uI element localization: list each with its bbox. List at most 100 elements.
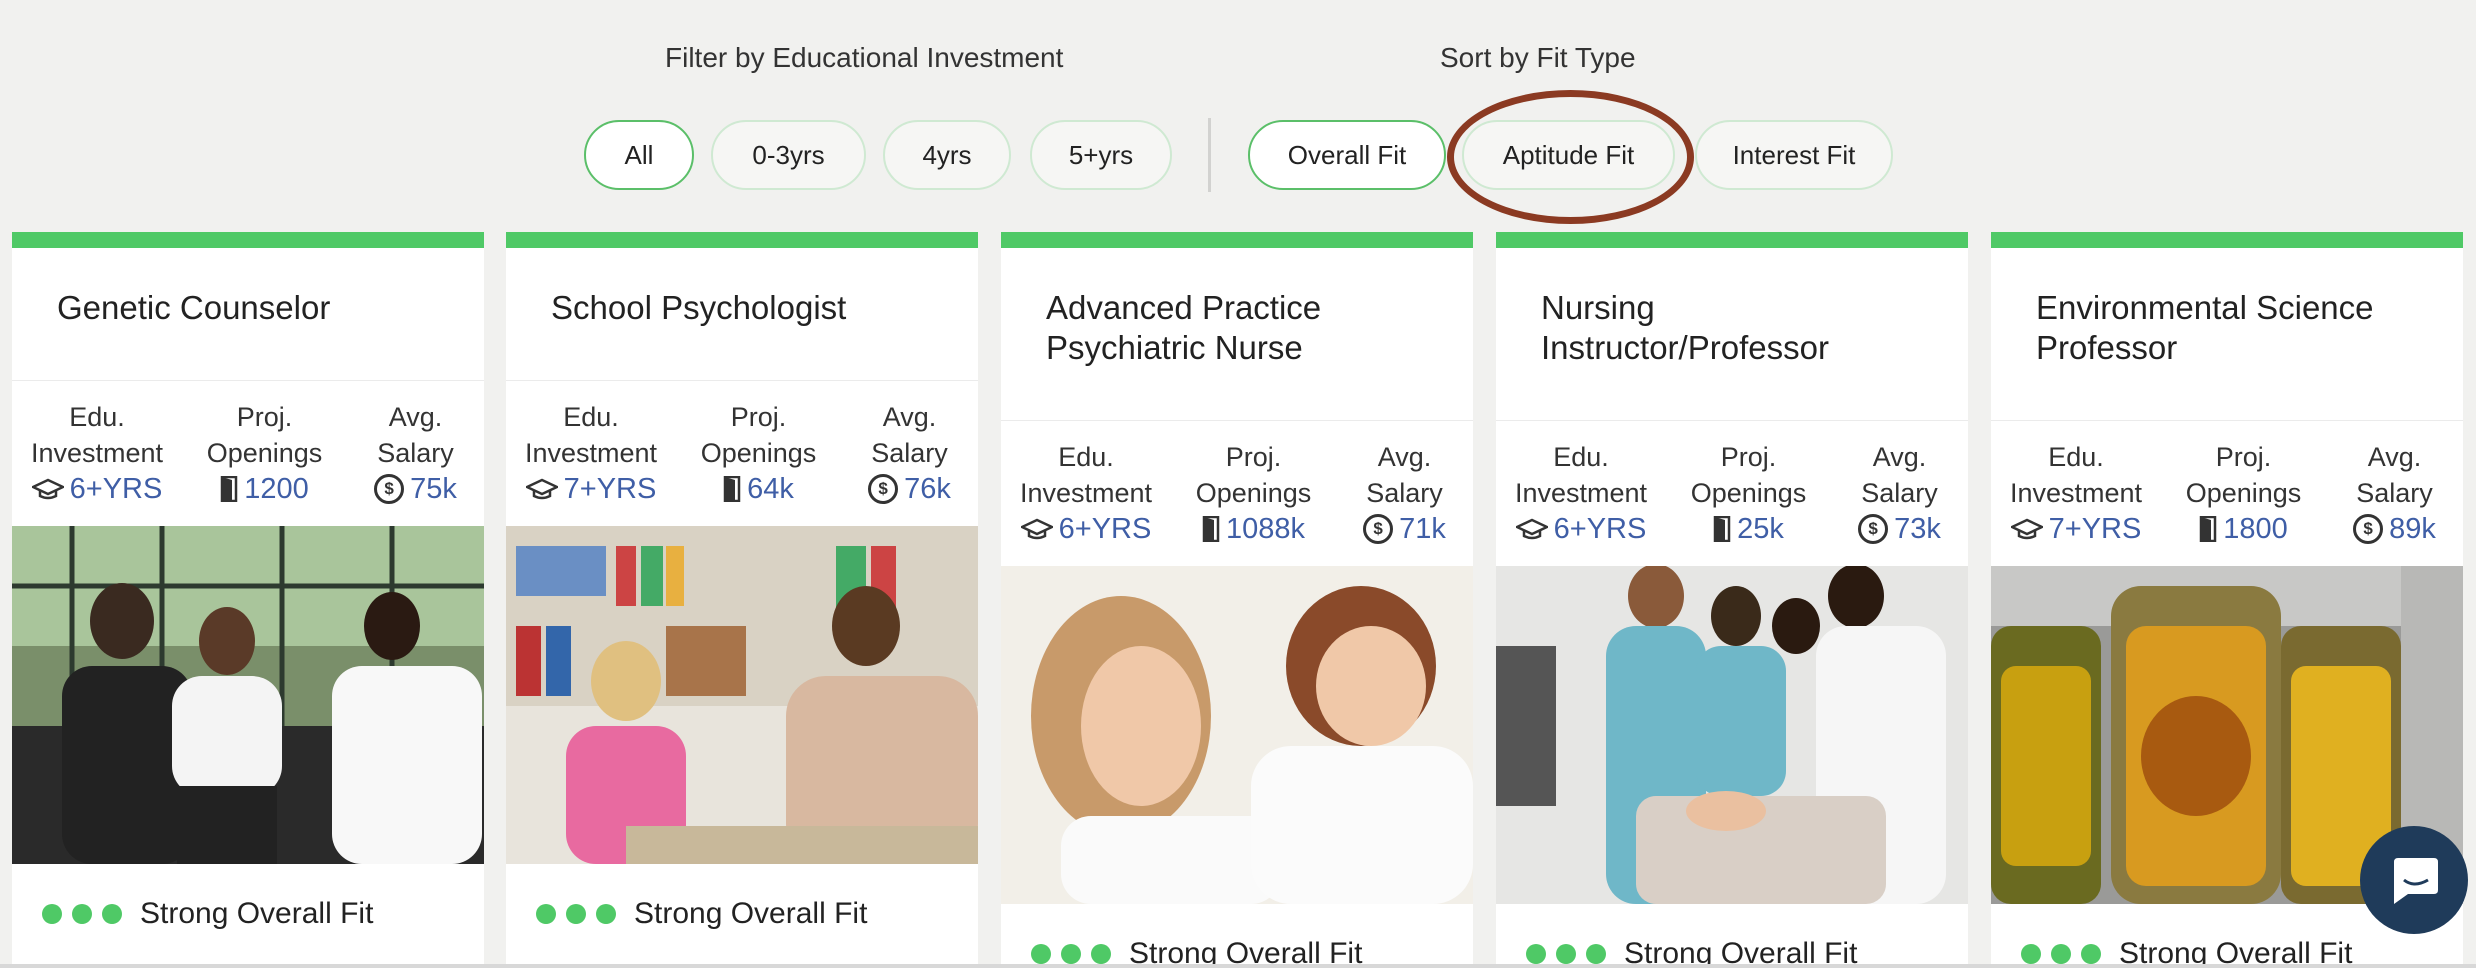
stat-edu-value: 6+YRS xyxy=(1058,513,1152,545)
stat-openings: Proj. Openings 1800 xyxy=(2161,439,2326,547)
stat-label: Salary xyxy=(871,438,948,468)
stat-salary-value: 89k xyxy=(2389,513,2436,545)
stat-label: Investment xyxy=(30,438,164,468)
stat-openings: Proj. Openings 25k xyxy=(1666,439,1831,547)
stat-openings: Proj. Openings 64k xyxy=(676,399,841,507)
fit-dot xyxy=(596,904,616,924)
career-photo xyxy=(12,526,484,864)
filter-all-button[interactable]: All xyxy=(584,120,694,190)
stat-salary: Avg. Salary $89k xyxy=(2326,439,2463,547)
fit-indicator: Strong Overall Fit xyxy=(1496,904,1968,968)
dollar-coin-icon: $ xyxy=(374,474,405,504)
fit-dot xyxy=(2021,944,2041,964)
card-accent-bar xyxy=(12,232,484,248)
fit-dot xyxy=(102,904,122,924)
stat-salary: Avg. Salary $75k xyxy=(347,399,484,507)
door-icon xyxy=(220,476,238,502)
dollar-coin-icon: $ xyxy=(2353,514,2384,544)
career-card-school-psychologist[interactable]: School Psychologist Edu. Investment 7+YR… xyxy=(506,232,978,968)
edu-filter-label: Filter by Educational Investment xyxy=(665,42,1064,73)
filter-0-3yrs-button[interactable]: 0-3yrs xyxy=(711,120,866,190)
stat-label: Proj. xyxy=(730,402,787,432)
stat-label: Edu. xyxy=(563,402,619,432)
card-title: Genetic Counselor xyxy=(12,248,484,381)
career-card-psychiatric-nurse[interactable]: Advanced Practice Psychiatric Nurse Edu.… xyxy=(1001,232,1473,968)
stat-openings: Proj. Openings 1088k xyxy=(1171,439,1336,547)
card-title: Nursing Instructor/Professor xyxy=(1496,248,1968,421)
card-stats: Edu. Investment 6+YRS Proj. Openings 120… xyxy=(12,381,484,526)
dollar-coin-icon: $ xyxy=(868,474,899,504)
card-title: School Psychologist xyxy=(506,248,978,381)
stat-label: Salary xyxy=(377,438,454,468)
fit-dot xyxy=(72,904,92,924)
graduation-cap-icon xyxy=(1515,518,1548,540)
stat-salary-value: 76k xyxy=(904,473,951,505)
stat-label: Investment xyxy=(1514,478,1648,508)
annotation-circle xyxy=(1447,90,1694,224)
card-title: Environmental Science Professor xyxy=(1991,248,2463,421)
stat-edu: Edu. Investment 7+YRS xyxy=(506,399,676,507)
stat-label: Avg. xyxy=(2367,442,2422,472)
stat-label: Openings xyxy=(700,438,817,468)
graduation-cap-icon xyxy=(1020,518,1053,540)
stat-edu: Edu. Investment 6+YRS xyxy=(12,399,182,507)
stat-label: Edu. xyxy=(69,402,125,432)
fit-dot xyxy=(1556,944,1576,964)
stat-openings-value: 1800 xyxy=(2223,513,2288,545)
card-title: Advanced Practice Psychiatric Nurse xyxy=(1001,248,1473,421)
stat-salary-value: 73k xyxy=(1894,513,1941,545)
card-stats: Edu. Investment 6+YRS Proj. Openings 25k… xyxy=(1496,421,1968,566)
stat-label: Openings xyxy=(2185,478,2302,508)
stat-edu-value: 6+YRS xyxy=(1553,513,1647,545)
chat-button[interactable] xyxy=(2360,826,2468,934)
graduation-cap-icon xyxy=(2010,518,2043,540)
door-icon xyxy=(1202,516,1220,542)
card-accent-bar xyxy=(1001,232,1473,248)
dollar-coin-icon: $ xyxy=(1858,514,1889,544)
filter-4yrs-button[interactable]: 4yrs xyxy=(883,120,1011,190)
fit-dot xyxy=(1091,944,1111,964)
stat-label: Salary xyxy=(2356,478,2433,508)
stat-label: Salary xyxy=(1366,478,1443,508)
dollar-coin-icon: $ xyxy=(1363,514,1394,544)
stat-salary-value: 75k xyxy=(410,473,457,505)
stat-label: Edu. xyxy=(1553,442,1609,472)
card-stats: Edu. Investment 7+YRS Proj. Openings 180… xyxy=(1991,421,2463,566)
stat-edu-value: 7+YRS xyxy=(563,473,657,505)
fit-label: Strong Overall Fit xyxy=(140,897,374,930)
stat-openings-value: 64k xyxy=(747,473,794,505)
graduation-cap-icon xyxy=(525,478,558,500)
stat-label: Edu. xyxy=(1058,442,1114,472)
stat-salary: Avg. Salary $73k xyxy=(1831,439,1968,547)
door-icon xyxy=(1713,516,1731,542)
fit-dot xyxy=(2051,944,2071,964)
card-stats: Edu. Investment 7+YRS Proj. Openings 64k… xyxy=(506,381,978,526)
sort-overall-fit-button[interactable]: Overall Fit xyxy=(1248,120,1446,190)
stat-edu-value: 7+YRS xyxy=(2048,513,2142,545)
card-accent-bar xyxy=(506,232,978,248)
stat-label: Edu. xyxy=(2048,442,2104,472)
stat-label: Avg. xyxy=(388,402,443,432)
stat-salary: Avg. Salary $71k xyxy=(1336,439,1473,547)
stat-edu-value: 6+YRS xyxy=(69,473,163,505)
career-card-genetic-counselor[interactable]: Genetic Counselor Edu. Investment 6+YRS … xyxy=(12,232,484,968)
stat-label: Investment xyxy=(2009,478,2143,508)
stat-edu: Edu. Investment 6+YRS xyxy=(1496,439,1666,547)
card-accent-bar xyxy=(1991,232,2463,248)
stat-label: Avg. xyxy=(1377,442,1432,472)
career-card-nursing-instructor[interactable]: Nursing Instructor/Professor Edu. Invest… xyxy=(1496,232,1968,968)
fit-dot xyxy=(566,904,586,924)
sort-interest-fit-button[interactable]: Interest Fit xyxy=(1695,120,1893,190)
stat-label: Salary xyxy=(1861,478,1938,508)
fit-dot xyxy=(1061,944,1081,964)
stat-openings-value: 1088k xyxy=(1225,513,1305,545)
stat-openings-value: 1200 xyxy=(244,473,309,505)
stat-edu: Edu. Investment 6+YRS xyxy=(1001,439,1171,547)
filter-5yrs-button[interactable]: 5+yrs xyxy=(1030,120,1172,190)
fit-indicator: Strong Overall Fit xyxy=(12,864,484,964)
stat-openings-value: 25k xyxy=(1737,513,1784,545)
fit-dot xyxy=(2081,944,2101,964)
graduation-cap-icon xyxy=(31,478,64,500)
stat-label: Openings xyxy=(1195,478,1312,508)
career-photo xyxy=(1001,566,1473,904)
